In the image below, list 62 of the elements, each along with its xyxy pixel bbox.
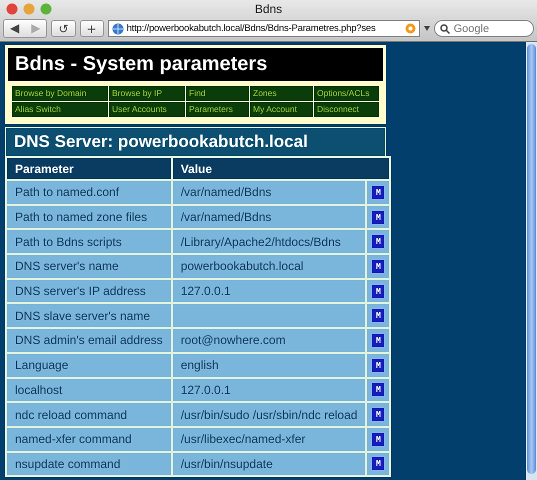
modify-button[interactable]: M [372,235,384,248]
modify-button[interactable]: M [372,309,384,322]
nav-link[interactable]: Options/ACLs [314,86,379,101]
value-cell: 127.0.0.1 [172,378,366,402]
value-cell: english [172,352,366,378]
modify-button[interactable]: M [372,358,384,372]
modify-button[interactable]: M [372,457,384,470]
value-cell: /usr/libexec/named-xfer [172,426,366,452]
modify-button[interactable]: M [372,186,384,199]
nav-link[interactable]: My Account [250,102,313,117]
nav-link[interactable]: Find [186,86,249,101]
minimize-icon[interactable] [23,3,35,15]
parameter-cell: DNS server's name [6,254,172,279]
value-cell: powerbookabutch.local [172,254,366,279]
value-cell: root@nowhere.com [172,328,366,353]
parameter-cell: DNS server's IP address [6,278,172,304]
back-button[interactable]: ◀ [4,20,26,37]
value-cell: /var/named/Bdns [172,204,366,230]
scrollbar[interactable] [526,42,537,480]
zoom-icon[interactable] [40,3,52,15]
modify-button[interactable]: M [372,408,384,422]
search-field[interactable]: Google [434,20,534,37]
column-header: Parameter [6,157,172,180]
add-bookmark-button[interactable]: + [80,20,104,37]
parameter-cell: Path to named zone files [6,204,172,230]
close-icon[interactable] [6,3,18,15]
nav-link[interactable]: User Accounts [109,102,185,117]
parameter-cell: Path to Bdns scripts [6,229,172,254]
parameter-cell: named-xfer command [6,426,172,452]
nav-link[interactable]: Parameters [186,102,249,117]
modify-button[interactable]: M [372,432,384,446]
parameter-cell: nsupdate command [6,452,172,476]
address-field[interactable]: http://powerbookabutch.local/Bdns/Bdns-Parametres.php?ses [108,20,420,37]
value-cell: /var/named/Bdns [172,180,366,205]
window-title: Bdns [254,2,282,16]
value-cell: /usr/bin/nsupdate [172,452,366,476]
parameter-cell: DNS slave server's name [6,303,172,328]
dropdown-caret-icon[interactable] [424,26,430,31]
column-header: Value [172,157,390,180]
globe-icon [112,22,124,34]
nav-link[interactable]: Zones [250,86,313,101]
modify-button[interactable]: M [372,210,384,224]
nav-link[interactable]: Alias Switch [12,102,108,117]
parameter-cell: Language [6,352,172,378]
page-title: Bdns - System parameters [8,48,383,81]
parameter-cell: Path to named.conf [6,180,172,205]
value-cell: /Library/Apache2/htdocs/Bdns [172,229,366,254]
value-cell: 127.0.0.1 [172,278,366,304]
parameter-cell: DNS admin's email address [6,328,172,353]
search-icon [440,24,450,34]
server-heading: DNS Server: powerbookabutch.local [5,127,386,156]
nav-link[interactable]: Browse by IP [109,86,185,101]
modify-button[interactable]: M [372,334,384,347]
nav-link[interactable]: Browse by Domain [12,86,108,101]
reload-button[interactable]: ↺ [51,20,76,37]
parameter-cell: localhost [6,378,172,402]
modify-button[interactable]: M [372,260,384,273]
parameter-cell: ndc reload command [6,402,172,427]
value-cell: /usr/bin/sudo /usr/sbin/ndc reload [172,402,366,427]
modify-button[interactable]: M [372,284,384,298]
nav-link[interactable]: Disconnect [314,102,379,117]
modify-button[interactable]: M [372,383,384,396]
